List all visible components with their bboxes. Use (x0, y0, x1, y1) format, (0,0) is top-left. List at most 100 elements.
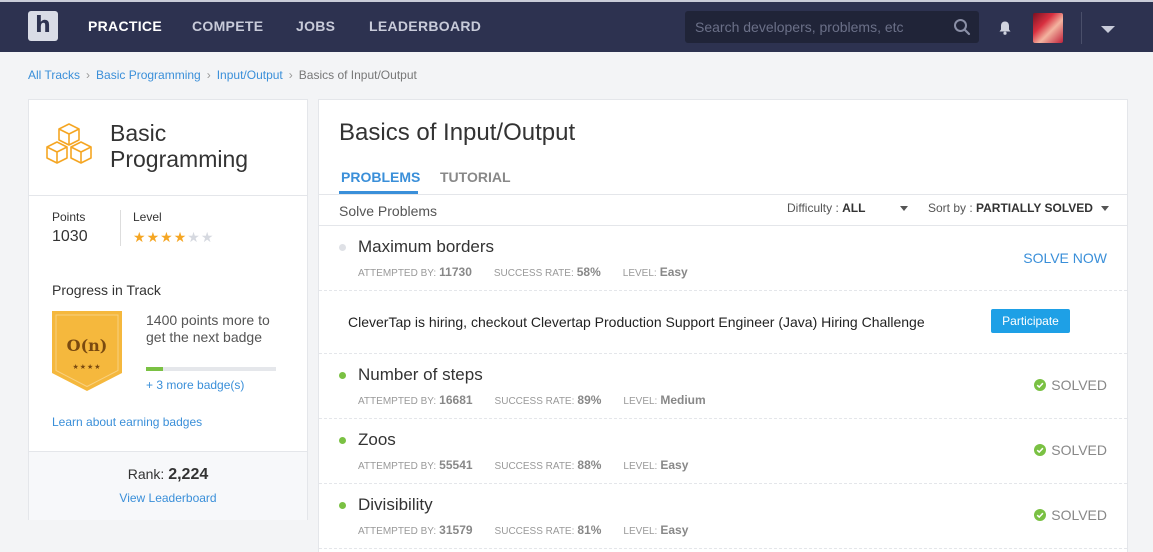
nav-divider (1081, 12, 1082, 44)
breadcrumb-separator: › (86, 68, 91, 82)
solved-status-dot (339, 437, 346, 444)
success-value: 58% (576, 265, 601, 279)
solve-now-button[interactable]: SOLVE NOW (1023, 250, 1107, 266)
attempted-value: 11730 (439, 265, 472, 279)
rank-value: 2,224 (168, 466, 209, 483)
success-value: 88% (577, 458, 602, 472)
solved-status-dot (339, 502, 346, 509)
level-label: Level (133, 210, 162, 224)
level-value: Medium (660, 393, 706, 407)
next-badge-text: 1400 points more to get the next badge (146, 312, 270, 345)
rank-section: Rank: 2,224 View Leaderboard (29, 451, 307, 520)
progress-title: Progress in Track (52, 282, 161, 298)
solved-status-dot (339, 372, 346, 379)
level-value: Easy (659, 265, 688, 279)
breadcrumb-current: Basics of Input/Output (298, 68, 417, 82)
badge-stars: ★★★★ (72, 363, 101, 371)
star-filled-icon: ★ (173, 229, 188, 245)
tab-problems[interactable]: PROBLEMS (341, 169, 420, 185)
success-label: SUCCESS RATE: (494, 526, 575, 537)
rank: Rank: 2,224 (29, 466, 307, 484)
attempted-label: ATTEMPTED BY: (358, 526, 437, 537)
problem-meta: ATTEMPTED BY: 31579 SUCCESS RATE: 81% LEVEL:… (358, 523, 710, 537)
nav-practice[interactable]: PRACTICE (88, 18, 162, 34)
breadcrumb-all-tracks[interactable]: All Tracks (28, 68, 80, 82)
track-sidebar-card: Basic Programming Points 1030 Level ★★★★… (28, 99, 308, 520)
level-label: LEVEL: (623, 526, 658, 537)
breadcrumb-input-output[interactable]: Input/Output (217, 68, 283, 82)
hiring-banner: CleverTap is hiring, checkout Clevertap … (319, 291, 1127, 354)
user-avatar[interactable] (1033, 13, 1063, 43)
view-leaderboard-link[interactable]: View Leaderboard (29, 491, 307, 505)
difficulty-filter[interactable]: Difficulty : ALL (787, 201, 865, 215)
check-circle-icon (1034, 444, 1047, 456)
search-box (685, 11, 979, 43)
difficulty-label: Difficulty : (787, 201, 839, 215)
success-value: 89% (577, 393, 602, 407)
problem-name[interactable]: Number of steps (358, 365, 483, 385)
nav-leaderboard[interactable]: LEADERBOARD (369, 18, 481, 34)
participate-button[interactable]: Participate (991, 309, 1070, 333)
nav-jobs[interactable]: JOBS (296, 18, 335, 34)
level-label: LEVEL: (623, 461, 658, 472)
sort-chevron-down-icon[interactable] (1101, 206, 1109, 211)
problems-card: Basics of Input/Output PROBLEMS TUTORIAL… (318, 99, 1128, 552)
notification-bell-icon[interactable] (997, 20, 1013, 36)
points-value: 1030 (52, 228, 88, 245)
tab-tutorial[interactable]: TUTORIAL (440, 169, 511, 185)
sort-filter[interactable]: Sort by : PARTIALLY SOLVED (928, 201, 1093, 215)
attempted-value: 16681 (439, 393, 473, 407)
big-o-badge-icon: O(n) ★★★★ (52, 311, 122, 391)
problem-meta: ATTEMPTED BY: 11730 SUCCESS RATE: 58% LEVEL:… (358, 265, 710, 279)
solve-problems-label: Solve Problems (339, 203, 438, 219)
badge-progress-bar (146, 367, 276, 371)
solved-label: SOLVED (1051, 377, 1107, 393)
level-label: LEVEL: (623, 396, 658, 407)
check-circle-icon (1034, 379, 1047, 391)
breadcrumb-separator: › (288, 68, 293, 82)
badge-label: O(n) (67, 336, 108, 355)
attempted-label: ATTEMPTED BY: (358, 461, 437, 472)
star-empty-icon: ★ (187, 229, 201, 245)
problem-name[interactable]: Maximum borders (358, 237, 494, 257)
hackerearth-logo[interactable]: h (28, 11, 58, 41)
problem-meta: ATTEMPTED BY: 16681 SUCCESS RATE: 89% LEVEL:… (358, 393, 728, 407)
hiring-text: CleverTap is hiring, checkout Clevertap … (348, 314, 925, 330)
success-label: SUCCESS RATE: (493, 268, 574, 279)
level-value: Easy (660, 523, 689, 537)
more-badges-link[interactable]: + 3 more badge(s) (146, 378, 244, 392)
level-label: LEVEL: (622, 268, 657, 279)
divider (29, 195, 307, 196)
problem-name[interactable]: Zoos (358, 430, 396, 450)
difficulty-chevron-down-icon[interactable] (900, 206, 908, 211)
rank-label: Rank: (127, 466, 165, 482)
attempted-value: 31579 (439, 523, 473, 537)
solved-label: SOLVED (1051, 442, 1107, 458)
problem-row: Number of steps ATTEMPTED BY: 16681 SUCCES… (319, 354, 1127, 419)
attempted-label: ATTEMPTED BY: (358, 396, 437, 407)
points-label: Points (52, 210, 86, 224)
unsolved-status-dot (339, 244, 346, 251)
star-filled-icon: ★ (133, 229, 147, 245)
solved-status: SOLVED (1034, 507, 1107, 523)
star-filled-icon: ★ (146, 229, 161, 245)
badge-progress-fill (146, 367, 163, 371)
nav-compete[interactable]: COMPETE (192, 18, 263, 34)
search-icon[interactable] (953, 18, 971, 36)
page-title: Basics of Input/Output (339, 119, 576, 146)
user-menu-chevron-down-icon[interactable] (1101, 26, 1115, 33)
cubes-icon (46, 123, 92, 164)
problem-name[interactable]: Divisibility (358, 495, 433, 515)
search-input[interactable] (685, 11, 945, 43)
difficulty-value: ALL (842, 201, 866, 215)
track-title: Basic Programming (110, 120, 249, 172)
learn-badges-link[interactable]: Learn about earning badges (52, 415, 202, 429)
check-circle-icon (1034, 509, 1047, 521)
problem-row: Divisibility ATTEMPTED BY: 31579 SUCCESS R… (319, 484, 1127, 549)
sort-value: PARTIALLY SOLVED (976, 201, 1093, 215)
stat-divider (120, 210, 121, 246)
breadcrumb-basic-programming[interactable]: Basic Programming (96, 68, 201, 82)
star-empty-icon: ★ (200, 229, 215, 245)
breadcrumb: All Tracks › Basic Programming › Input/Outpu… (28, 68, 417, 82)
success-label: SUCCESS RATE: (494, 461, 575, 472)
